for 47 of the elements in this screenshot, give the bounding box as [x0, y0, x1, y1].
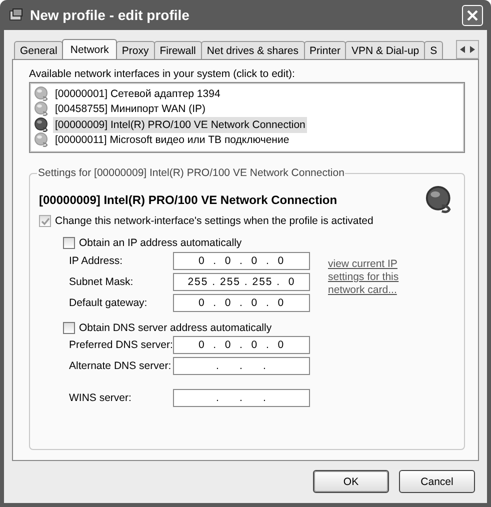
tab-scroll-buttons[interactable] — [456, 40, 479, 59]
dialog-button[interactable]: OK — [313, 470, 389, 493]
globe-icon — [34, 101, 50, 118]
tab[interactable]: Proxy — [116, 41, 155, 59]
scroll-right-icon[interactable] — [470, 46, 475, 53]
app-icon — [8, 7, 24, 23]
group-legend: Settings for [00000009] Intel(R) PRO/100 VE Network Connection — [37, 167, 346, 179]
list-item[interactable]: [00000009] Intel(R) PRO/100 VE Network Connection — [53, 116, 308, 133]
close-button[interactable] — [462, 4, 483, 26]
field-label: Subnet Mask: — [69, 276, 134, 288]
list-item[interactable]: [00458755] Минипорт WAN (IP) — [53, 101, 208, 118]
checkbox[interactable] — [63, 322, 75, 334]
checkbox-label: Obtain an IP address automatically — [79, 237, 242, 249]
checkbox-label: Obtain DNS server address automatically — [79, 322, 272, 334]
dialog-button[interactable]: Cancel — [399, 470, 475, 493]
interface-list[interactable]: [00000001] Сетевой адаптер 1394 [00458755] Минипорт WAN (IP) [00000009] Intel(R) PRO/100 VE Network Connection [00000011] Microsoft видео или ТВ подключение — [29, 82, 465, 153]
globe-icon — [34, 116, 50, 133]
tab[interactable]: Printer — [304, 41, 346, 59]
list-label: Available network interfaces in your system (click to edit): — [29, 68, 296, 80]
close-icon[interactable] — [466, 8, 479, 22]
list-item[interactable]: [00000011] Microsoft видео или ТВ подключение — [53, 132, 292, 148]
field-label: Default gateway: — [69, 297, 148, 309]
ip-field[interactable]: 0 . 0 . 0 . 0 — [173, 252, 310, 270]
field-label: IP Address: — [69, 255, 124, 267]
tab[interactable]: General — [14, 41, 64, 59]
checkbox[interactable] — [63, 237, 75, 249]
checkbox-label: Change this network-interface's settings when the profile is activated — [55, 215, 374, 227]
ip-field[interactable]: 0 . 0 . 0 . 0 — [173, 336, 310, 354]
list-item[interactable]: [00000001] Сетевой адаптер 1394 — [53, 86, 222, 102]
field-label: Preferred DNS server: — [69, 339, 173, 351]
globe-icon — [34, 86, 50, 102]
tab[interactable]: Firewall — [154, 41, 202, 59]
globe-icon — [34, 132, 50, 148]
scroll-left-icon[interactable] — [460, 46, 465, 53]
field-label: WINS server: — [69, 392, 132, 404]
tab[interactable]: Net drives & shares — [200, 41, 305, 59]
tab[interactable]: S — [424, 41, 444, 59]
tab[interactable]: VPN & Dial-up — [345, 41, 426, 59]
tab[interactable]: Network — [62, 39, 117, 59]
field-label: Alternate DNS server: — [69, 360, 172, 372]
ip-field[interactable]: 255 . 255 . 255 . 0 — [173, 273, 310, 291]
ip-field[interactable]: . . . — [173, 389, 310, 407]
ip-field[interactable]: . . . — [173, 357, 310, 375]
ip-settings-link[interactable]: view current IP settings for this network card... — [328, 258, 406, 297]
interface-heading: [00000009] Intel(R) PRO/100 VE Network Connection — [39, 193, 338, 207]
ip-field[interactable]: 0 . 0 . 0 . 0 — [173, 294, 310, 312]
window-title: New profile - edit profile — [30, 7, 190, 23]
